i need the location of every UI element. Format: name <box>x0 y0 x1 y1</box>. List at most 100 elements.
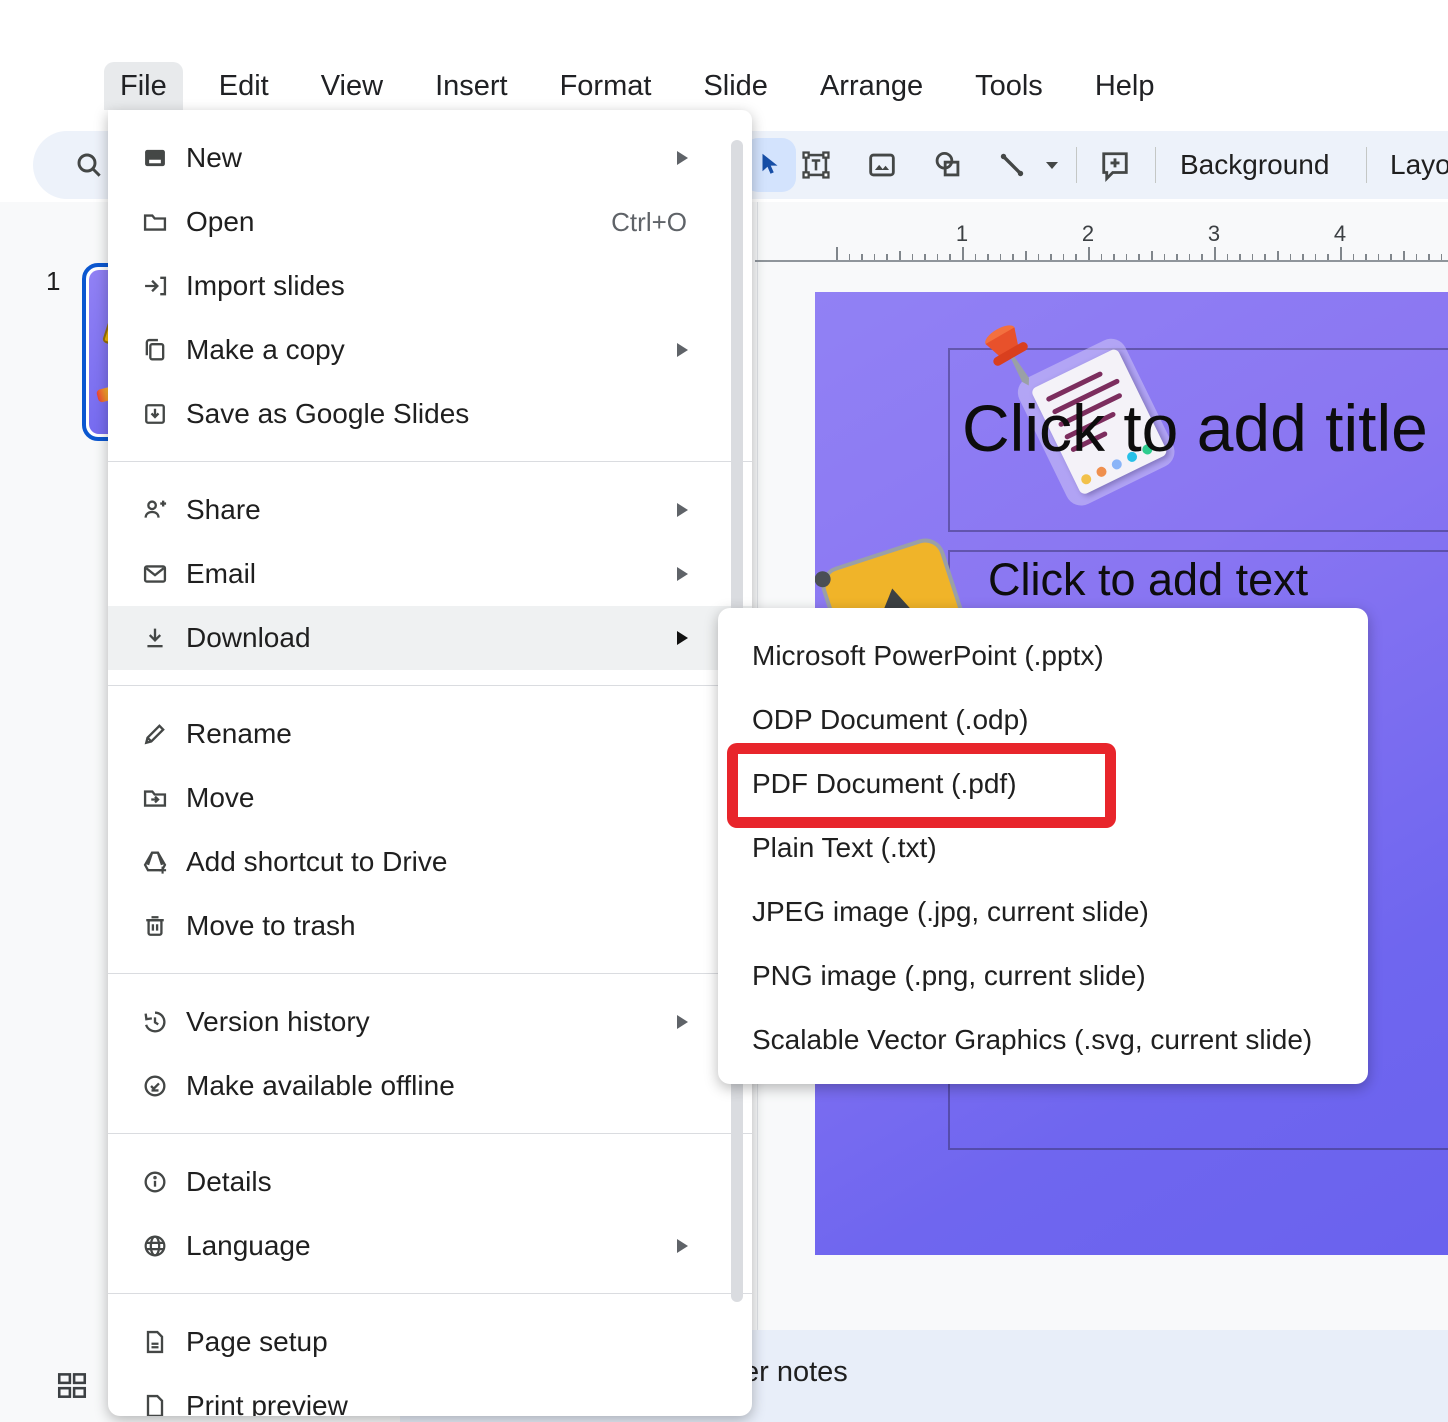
ruler-tick <box>1201 254 1203 260</box>
menu-item-label: Save as Google Slides <box>186 398 469 430</box>
ruler-tick <box>1378 254 1380 260</box>
menu-item-details[interactable]: Details <box>108 1150 752 1214</box>
submenu-arrow-icon <box>677 1015 688 1029</box>
ruler-tick <box>1038 254 1040 260</box>
ruler-tick <box>1252 254 1254 260</box>
ruler-number: 2 <box>1082 221 1094 247</box>
ruler-tick <box>1416 254 1418 260</box>
ruler-tick <box>949 254 951 260</box>
trash-icon <box>140 911 170 941</box>
page-setup-icon <box>140 1327 170 1357</box>
grid-view-icon[interactable] <box>55 1368 89 1402</box>
menu-item-move-to-trash[interactable]: Move to trash <box>108 894 752 958</box>
line-dropdown-caret-icon[interactable] <box>1045 160 1059 170</box>
menu-item-label: Move <box>186 782 254 814</box>
insert-shape-icon[interactable] <box>931 148 965 182</box>
copy-icon <box>140 335 170 365</box>
submenu-item-png[interactable]: PNG image (.png, current slide) <box>718 944 1368 1008</box>
menu-item-make-a-copy[interactable]: Make a copy <box>108 318 752 382</box>
menu-item-version-history[interactable]: Version history <box>108 990 752 1054</box>
slide-body-placeholder-text[interactable]: Click to add text <box>988 554 1308 606</box>
menu-view[interactable]: View <box>305 62 399 110</box>
submenu-item-pptx[interactable]: Microsoft PowerPoint (.pptx) <box>718 624 1368 688</box>
ruler-tick <box>987 254 989 260</box>
insert-line-icon[interactable] <box>995 148 1029 182</box>
ruler-tick <box>1075 254 1077 260</box>
ruler-tick <box>1151 251 1153 260</box>
menu-item-print-preview[interactable]: Print preview <box>108 1374 752 1416</box>
ruler-tick <box>1189 254 1191 260</box>
menu-item-open[interactable]: Open Ctrl+O <box>108 190 752 254</box>
ruler-tick <box>1214 247 1216 260</box>
submenu-item-svg[interactable]: Scalable Vector Graphics (.svg, current … <box>718 1008 1368 1072</box>
ruler-number: 4 <box>1334 221 1346 247</box>
insert-comment-icon[interactable] <box>1097 147 1133 183</box>
ruler-tick <box>1176 254 1178 260</box>
menu-item-language[interactable]: Language <box>108 1214 752 1278</box>
speaker-notes-placeholder-text[interactable]: er notes <box>743 1356 848 1389</box>
menu-item-label: Download <box>186 622 311 654</box>
download-icon <box>140 623 170 653</box>
menu-tools[interactable]: Tools <box>959 62 1059 110</box>
ruler-tick <box>975 254 977 260</box>
layout-button[interactable]: Layout <box>1390 131 1448 199</box>
ruler-tick <box>912 254 914 260</box>
rename-pencil-icon <box>140 719 170 749</box>
save-as-icon <box>140 399 170 429</box>
ruler-tick <box>1403 251 1405 260</box>
menu-item-import-slides[interactable]: Import slides <box>108 254 752 318</box>
ruler-tick <box>1126 254 1128 260</box>
menu-item-save-as-google-slides[interactable]: Save as Google Slides <box>108 382 752 446</box>
menu-item-move[interactable]: Move <box>108 766 752 830</box>
submenu-item-label: Scalable Vector Graphics (.svg, current … <box>752 1024 1312 1056</box>
import-icon <box>140 271 170 301</box>
menu-item-new[interactable]: New <box>108 126 752 190</box>
menu-slide[interactable]: Slide <box>687 62 784 110</box>
text-box-tool-icon[interactable] <box>799 148 833 182</box>
ruler-tick <box>1428 254 1430 260</box>
menu-item-label: Add shortcut to Drive <box>186 846 447 878</box>
info-icon <box>140 1167 170 1197</box>
ruler-tick <box>1227 254 1229 260</box>
slide-title-placeholder-text[interactable]: Click to add title <box>962 390 1428 466</box>
ruler-tick <box>1063 254 1065 260</box>
menu-item-label: Import slides <box>186 270 345 302</box>
ruler-tick <box>1390 254 1392 260</box>
submenu-item-jpeg[interactable]: JPEG image (.jpg, current slide) <box>718 880 1368 944</box>
ruler-tick <box>874 254 876 260</box>
menu-item-label: Open <box>186 206 255 238</box>
menu-item-rename[interactable]: Rename <box>108 702 752 766</box>
menu-item-make-available-offline[interactable]: Make available offline <box>108 1054 752 1118</box>
menu-divider <box>108 461 752 462</box>
menu-item-share[interactable]: Share <box>108 478 752 542</box>
menu-divider <box>108 685 752 686</box>
menu-item-download[interactable]: Download <box>108 606 752 670</box>
menu-item-label: Make available offline <box>186 1070 455 1102</box>
menu-insert[interactable]: Insert <box>419 62 524 110</box>
insert-image-icon[interactable] <box>865 148 899 182</box>
ruler-tick <box>1088 247 1090 260</box>
drive-add-shortcut-icon <box>140 847 170 877</box>
menu-item-email[interactable]: Email <box>108 542 752 606</box>
ruler-tick <box>1353 254 1355 260</box>
menu-edit[interactable]: Edit <box>203 62 285 110</box>
menu-file[interactable]: File <box>104 62 183 110</box>
ruler-tick <box>1000 254 1002 260</box>
menu-item-add-shortcut-to-drive[interactable]: Add shortcut to Drive <box>108 830 752 894</box>
submenu-arrow-icon <box>677 343 688 357</box>
menu-item-label: Email <box>186 558 256 590</box>
submenu-arrow-icon <box>677 1239 688 1253</box>
menu-item-label: Rename <box>186 718 292 750</box>
ruler-tick <box>1138 254 1140 260</box>
menu-format[interactable]: Format <box>544 62 668 110</box>
ruler-number: 3 <box>1208 221 1220 247</box>
toolbar-divider <box>1155 147 1156 183</box>
menu-item-page-setup[interactable]: Page setup <box>108 1310 752 1374</box>
pdf-highlight-annotation-box <box>727 743 1116 828</box>
search-icon[interactable] <box>73 149 105 181</box>
menu-arrange[interactable]: Arrange <box>804 62 939 110</box>
submenu-item-label: PNG image (.png, current slide) <box>752 960 1146 992</box>
menu-help[interactable]: Help <box>1079 62 1171 110</box>
submenu-item-label: Plain Text (.txt) <box>752 832 937 864</box>
background-button[interactable]: Background <box>1180 131 1329 199</box>
